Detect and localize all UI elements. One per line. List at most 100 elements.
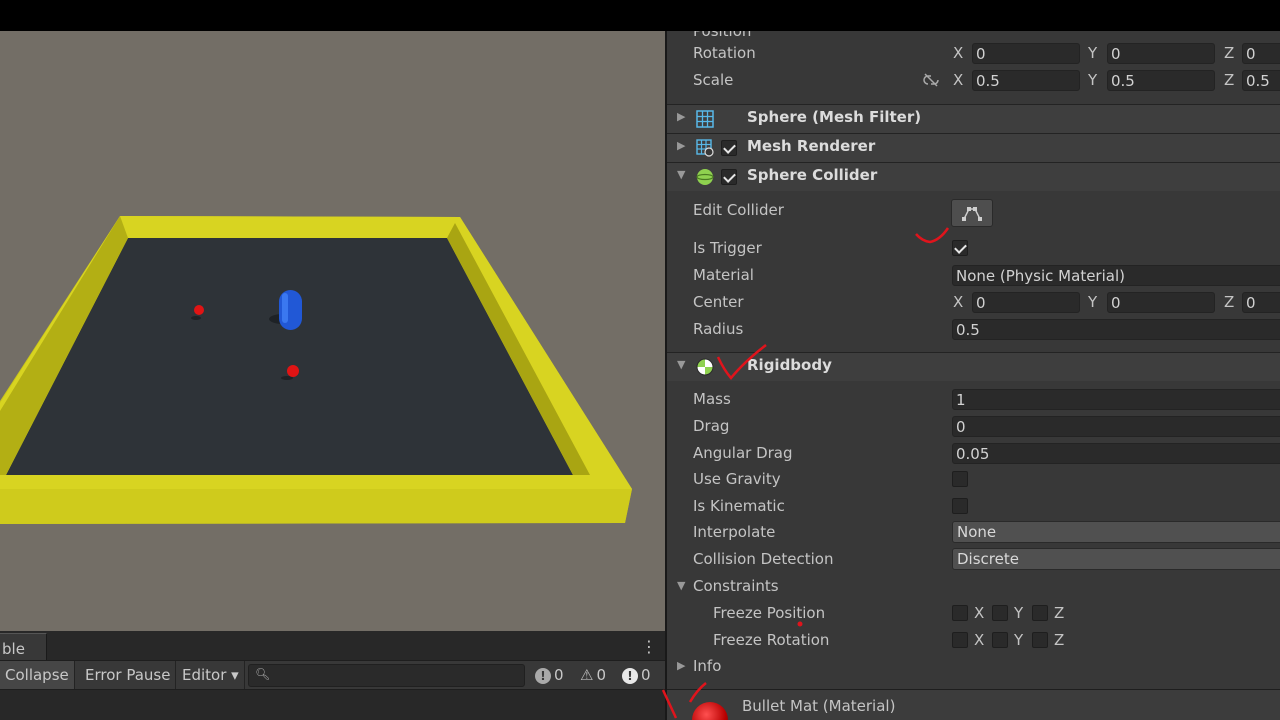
axis-y-label: Y xyxy=(1014,604,1024,622)
is-trigger-checkbox[interactable] xyxy=(952,240,968,256)
freeze-position-row: Freeze Position X Y Z xyxy=(667,600,1280,626)
fold-down-icon[interactable]: ▼ xyxy=(677,358,685,371)
collision-detection-row: Collision Detection Discrete xyxy=(667,546,1280,572)
rotation-z-field[interactable]: 0 xyxy=(1242,43,1280,64)
fold-down-icon[interactable]: ▼ xyxy=(677,168,685,181)
info-row[interactable]: ▶ Info xyxy=(667,653,1280,679)
material-sphere-preview xyxy=(692,702,728,720)
mass-label: Mass xyxy=(693,390,731,408)
mesh-renderer-icon xyxy=(696,139,714,157)
center-y-field[interactable]: 0 xyxy=(1107,292,1215,313)
mesh-filter-title: Sphere (Mesh Filter) xyxy=(747,108,922,126)
radius-field[interactable]: 0.5 xyxy=(952,319,1280,340)
collapse-button[interactable]: Collapse xyxy=(0,661,75,689)
fold-down-icon[interactable]: ▼ xyxy=(677,573,685,599)
collider-material-label: Material xyxy=(693,266,754,284)
search-icon: 🔍︎ xyxy=(255,667,271,681)
error-toggle[interactable]: ! 0 xyxy=(622,661,651,689)
fold-right-icon[interactable]: ▶ xyxy=(677,653,685,679)
axis-y-label: Y xyxy=(1088,44,1098,62)
error-icon: ! xyxy=(622,667,638,684)
sphere-collider-icon xyxy=(696,169,714,185)
sphere-collider-header[interactable]: ▼ Sphere Collider xyxy=(667,162,1280,191)
fold-right-icon[interactable]: ▶ xyxy=(677,139,685,152)
use-gravity-row: Use Gravity xyxy=(667,466,1280,492)
scale-label: Scale xyxy=(693,71,734,89)
collider-material-field[interactable]: None (Physic Material) xyxy=(952,265,1280,286)
axis-z-label: Z xyxy=(1054,631,1065,649)
edit-collider-button[interactable] xyxy=(951,199,993,227)
warning-count: 0 xyxy=(596,666,606,684)
inspector-panel: Position Rotation X 0 Y 0 Z 0 Scale X 0.… xyxy=(667,31,1280,720)
axis-y-label: Y xyxy=(1088,71,1098,89)
warning-toggle[interactable]: ⚠ 0 xyxy=(580,661,606,689)
info-label: Info xyxy=(693,657,722,675)
constraints-row[interactable]: ▼ Constraints xyxy=(667,573,1280,599)
console-tab[interactable]: ble xyxy=(0,633,47,662)
angular-drag-field[interactable]: 0.05 xyxy=(952,443,1280,464)
drag-row: Drag 0 xyxy=(667,413,1280,439)
axis-x-label: X xyxy=(974,631,985,649)
freeze-rotation-y-checkbox[interactable] xyxy=(992,632,1008,648)
freeze-position-z-checkbox[interactable] xyxy=(1032,605,1048,621)
material-preview-bar[interactable]: Bullet Mat (Material) xyxy=(667,689,1280,720)
fold-right-icon[interactable]: ▶ xyxy=(677,110,685,123)
drag-field[interactable]: 0 xyxy=(952,416,1280,437)
axis-x-label: X xyxy=(953,293,964,311)
scale-y-field[interactable]: 0.5 xyxy=(1107,70,1215,91)
rigidbody-header[interactable]: ▼ Rigidbody xyxy=(667,352,1280,381)
mesh-renderer-enabled-checkbox[interactable] xyxy=(721,140,737,156)
rigidbody-title: Rigidbody xyxy=(747,356,832,374)
center-row: Center X 0 Y 0 Z 0 xyxy=(667,289,1280,315)
mesh-filter-header[interactable]: ▶ Sphere (Mesh Filter) xyxy=(667,104,1280,133)
interpolate-row: Interpolate None xyxy=(667,519,1280,545)
freeze-position-y-checkbox[interactable] xyxy=(992,605,1008,621)
freeze-position-label: Freeze Position xyxy=(713,604,826,622)
center-label: Center xyxy=(693,293,744,311)
sphere-collider-title: Sphere Collider xyxy=(747,166,878,184)
scale-row: Scale X 0.5 Y 0.5 Z 0.5 xyxy=(667,67,1280,93)
interpolate-dropdown[interactable]: None xyxy=(952,521,1280,543)
editor-dropdown[interactable]: Editor ▾ xyxy=(177,661,245,689)
is-kinematic-row: Is Kinematic xyxy=(667,493,1280,519)
axis-y-label: Y xyxy=(1088,293,1098,311)
axis-x-label: X xyxy=(953,44,964,62)
log-toggle[interactable]: ! 0 xyxy=(535,661,564,689)
angular-drag-row: Angular Drag 0.05 xyxy=(667,440,1280,466)
is-kinematic-checkbox[interactable] xyxy=(952,498,968,514)
more-options-icon[interactable]: ⋮ xyxy=(641,637,657,656)
scale-x-field[interactable]: 0.5 xyxy=(972,70,1080,91)
center-z-field[interactable]: 0 xyxy=(1242,292,1280,313)
mesh-renderer-header[interactable]: ▶ Mesh Renderer xyxy=(667,133,1280,162)
collider-material-row: Material None (Physic Material) xyxy=(667,262,1280,288)
mass-field[interactable]: 1 xyxy=(952,389,1280,410)
interpolate-label: Interpolate xyxy=(693,523,776,541)
axis-x-label: X xyxy=(953,71,964,89)
rigidbody-icon xyxy=(696,358,714,376)
axis-z-label: Z xyxy=(1224,293,1235,311)
scene-view[interactable] xyxy=(0,31,665,631)
bullet-sphere xyxy=(194,305,204,315)
rotation-x-field[interactable]: 0 xyxy=(972,43,1080,64)
radius-row: Radius 0.5 xyxy=(667,316,1280,342)
center-x-field[interactable]: 0 xyxy=(972,292,1080,313)
material-name: Bullet Mat (Material) xyxy=(742,697,896,715)
constrain-proportions-icon[interactable] xyxy=(922,73,940,87)
rotation-y-field[interactable]: 0 xyxy=(1107,43,1215,64)
axis-x-label: X xyxy=(974,604,985,622)
scale-z-field[interactable]: 0.5 xyxy=(1242,70,1280,91)
warning-icon: ⚠ xyxy=(580,666,594,684)
error-pause-button[interactable]: Error Pause xyxy=(80,661,177,689)
collision-detection-dropdown[interactable]: Discrete xyxy=(952,548,1280,570)
use-gravity-checkbox[interactable] xyxy=(952,471,968,487)
freeze-rotation-x-checkbox[interactable] xyxy=(952,632,968,648)
freeze-position-x-checkbox[interactable] xyxy=(952,605,968,621)
scene-canvas xyxy=(0,216,632,524)
freeze-rotation-z-checkbox[interactable] xyxy=(1032,632,1048,648)
top-black-bar xyxy=(0,0,1280,31)
console-search-input[interactable]: 🔍︎ xyxy=(248,664,525,687)
sphere-collider-enabled-checkbox[interactable] xyxy=(721,169,737,185)
freeze-rotation-label: Freeze Rotation xyxy=(713,631,830,649)
mass-row: Mass 1 xyxy=(667,386,1280,412)
freeze-rotation-row: Freeze Rotation X Y Z xyxy=(667,627,1280,653)
